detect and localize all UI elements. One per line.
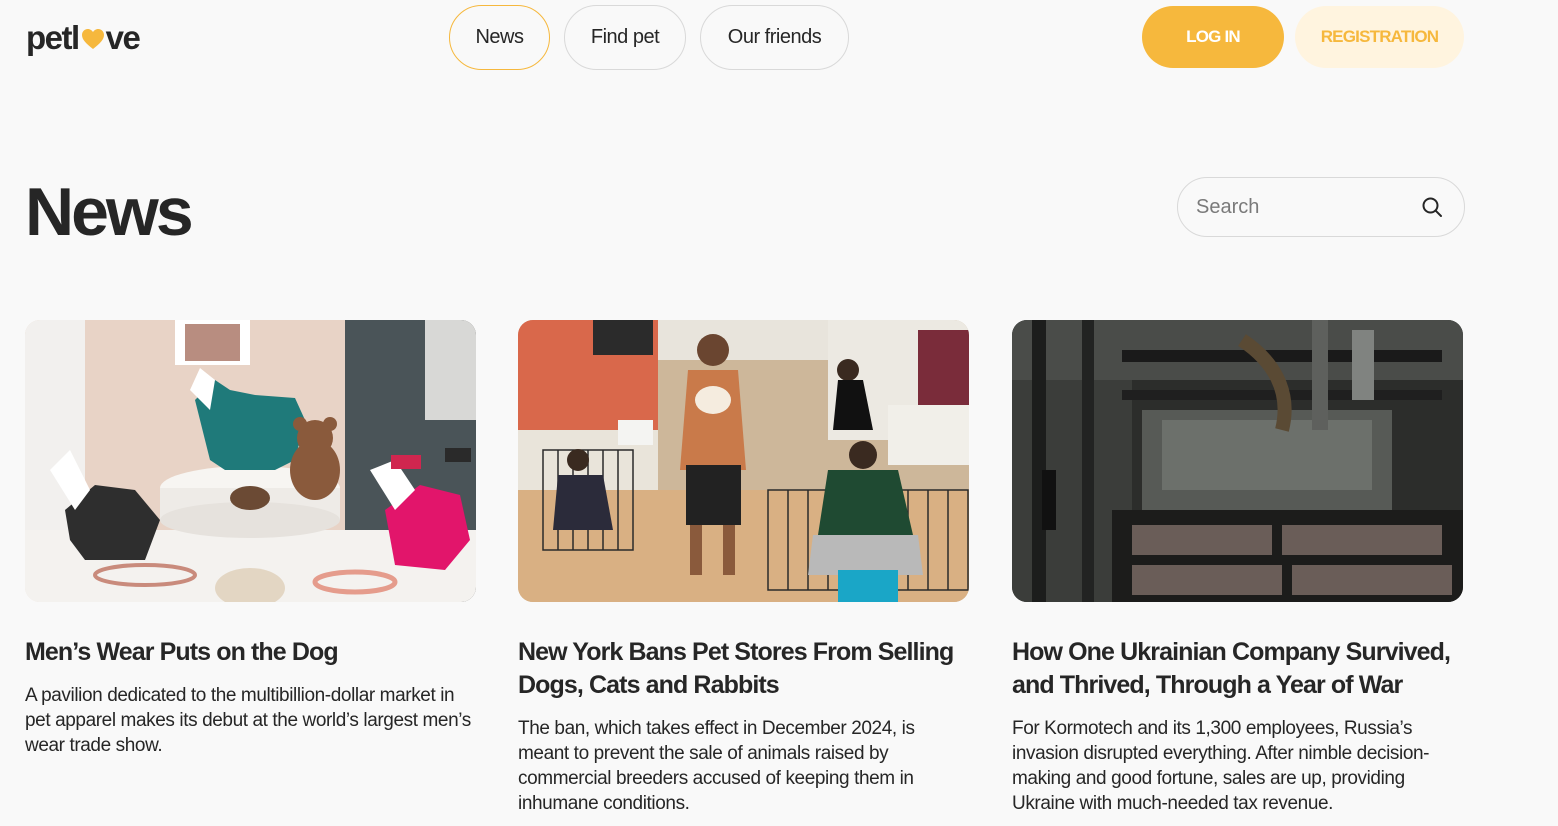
search-input[interactable] — [1196, 178, 1416, 236]
news-card-text: The ban, which takes effect in December … — [518, 718, 915, 814]
news-card-title[interactable]: How One Ukrainian Company Survived, and … — [1012, 636, 1463, 702]
page-title: News — [25, 174, 194, 250]
site-header: petl ve News Find pet Our friends LOG IN… — [0, 0, 1558, 80]
news-card-text: For Kormotech and its 1,300 employees, R… — [1012, 718, 1430, 814]
news-card-image[interactable] — [518, 320, 969, 602]
logo-text-suffix: ve — [105, 19, 141, 56]
news-card-text: A pavilion dedicated to the multibillion… — [25, 685, 471, 756]
nav-item-find-pet[interactable]: Find pet — [564, 5, 686, 70]
logo-text-prefix: petl — [26, 19, 80, 56]
factory-photo — [1012, 320, 1463, 602]
registration-button[interactable]: REGISTRATION — [1295, 6, 1464, 68]
heart-icon — [81, 29, 104, 49]
login-button[interactable]: LOG IN — [1142, 6, 1284, 68]
nav-item-our-friends[interactable]: Our friends — [700, 5, 849, 70]
news-card-title[interactable]: Men’s Wear Puts on the Dog — [25, 636, 476, 669]
news-card[interactable]: New York Bans Pet Stores From Selling Do… — [518, 320, 969, 816]
nav-item-news[interactable]: News — [449, 5, 550, 70]
main-nav: News Find pet Our friends — [449, 5, 849, 70]
pet-store-photo — [518, 320, 969, 602]
auth-buttons: LOG IN REGISTRATION — [1142, 6, 1464, 68]
pet-apparel-photo — [25, 320, 476, 602]
news-card-image[interactable] — [1012, 320, 1463, 602]
news-card[interactable]: Men’s Wear Puts on the Dog A pavilion de… — [25, 320, 476, 758]
search-icon[interactable] — [1421, 196, 1443, 218]
news-card[interactable]: How One Ukrainian Company Survived, and … — [1012, 320, 1463, 816]
news-card-image[interactable] — [25, 320, 476, 602]
logo[interactable]: petl ve — [26, 18, 141, 58]
news-card-title[interactable]: New York Bans Pet Stores From Selling Do… — [518, 636, 969, 702]
